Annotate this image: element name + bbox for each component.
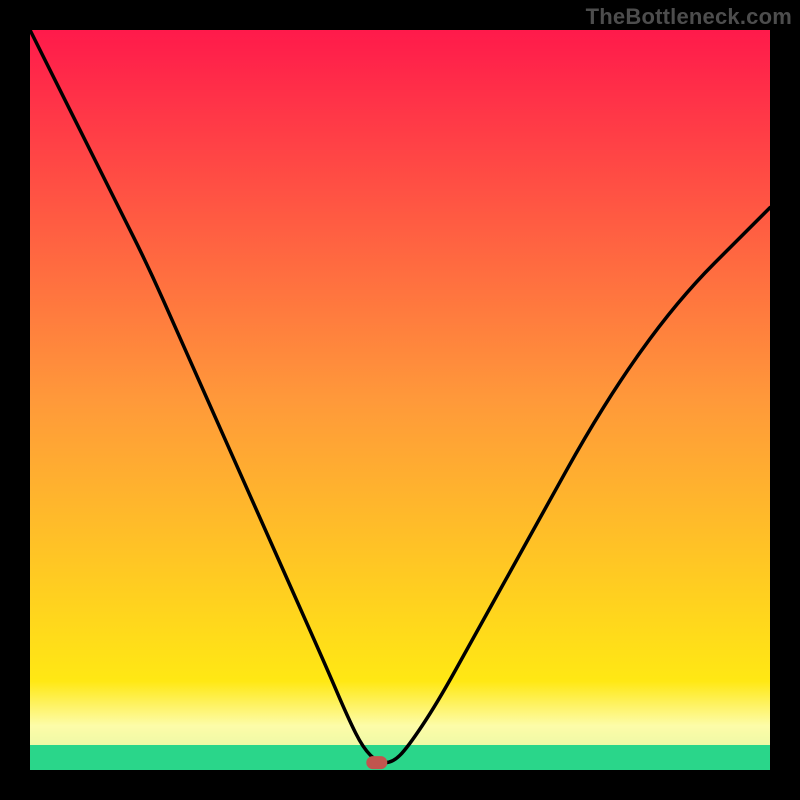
watermark-label: TheBottleneck.com bbox=[586, 4, 792, 30]
plot-area bbox=[30, 30, 770, 770]
near-bottom-band bbox=[30, 725, 770, 745]
gradient-background bbox=[30, 30, 770, 770]
bottleneck-plot bbox=[30, 30, 770, 770]
optimal-marker bbox=[367, 757, 387, 769]
chart-frame: TheBottleneck.com bbox=[0, 0, 800, 800]
